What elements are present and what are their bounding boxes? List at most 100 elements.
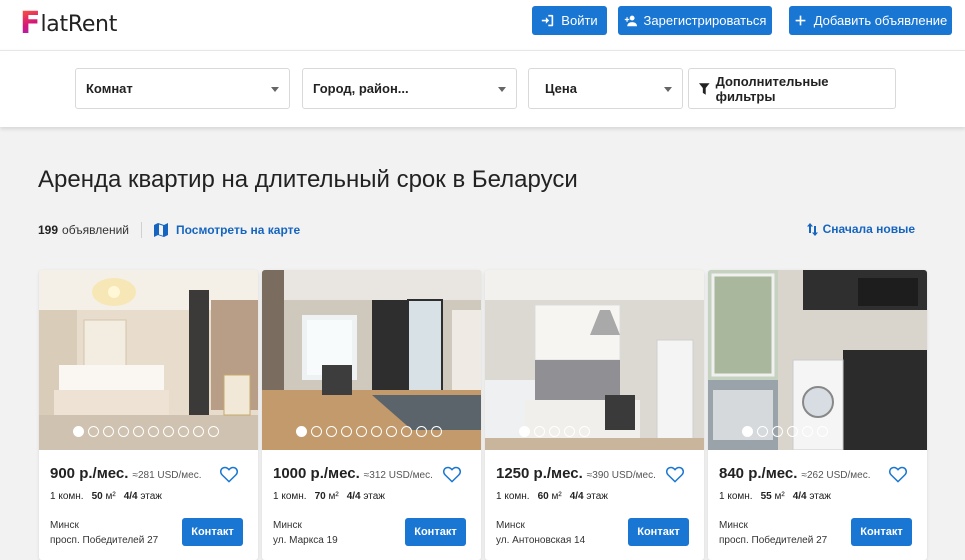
- photo-dots: [519, 426, 590, 437]
- listing-card[interactable]: 1250 р./мес. ≈390 USD/мес. 1 комн. 60 м²…: [485, 270, 704, 560]
- top-header: F latRent Войти Зарегистрироваться Добав…: [0, 0, 965, 50]
- city: Минск: [50, 520, 79, 531]
- floor-label: этаж: [809, 491, 831, 502]
- listing-photo[interactable]: [485, 270, 704, 450]
- favorite-heart-icon[interactable]: [443, 466, 461, 483]
- rooms: 1 комн.: [273, 491, 307, 502]
- filter-icon: [699, 82, 710, 95]
- listing-count-label: объявлений: [62, 223, 129, 237]
- logo[interactable]: F latRent: [20, 4, 117, 44]
- favorite-heart-icon[interactable]: [889, 466, 907, 483]
- carousel-dot[interactable]: [356, 426, 367, 437]
- address: ул. Антоновская 14: [496, 535, 586, 546]
- sort-icon: [806, 222, 818, 236]
- add-user-icon: [624, 15, 637, 27]
- sort-button[interactable]: Сначала новые: [806, 222, 915, 236]
- area: 60 м²: [538, 491, 562, 502]
- carousel-dot[interactable]: [401, 426, 412, 437]
- favorite-heart-icon[interactable]: [666, 466, 684, 483]
- carousel-dot[interactable]: [88, 426, 99, 437]
- carousel-dot[interactable]: [193, 426, 204, 437]
- floor: 4/4 этаж: [124, 491, 162, 502]
- address: просп. Победителей 27: [50, 535, 159, 546]
- register-button[interactable]: Зарегистрироваться: [618, 6, 772, 35]
- carousel-dot[interactable]: [103, 426, 114, 437]
- listing-photo[interactable]: [708, 270, 927, 450]
- area-value: 55: [760, 491, 772, 502]
- carousel-dot[interactable]: [371, 426, 382, 437]
- floor-value: 4/4: [346, 491, 361, 502]
- specs: 1 комн. 50 м² 4/4 этаж: [50, 491, 162, 502]
- caret-down-icon: [271, 87, 279, 92]
- area-unit: м²: [328, 491, 339, 502]
- photo-dots: [296, 426, 442, 437]
- carousel-dot[interactable]: [133, 426, 144, 437]
- listing-photo[interactable]: [262, 270, 481, 450]
- listing-card[interactable]: 840 р./мес. ≈262 USD/мес. 1 комн. 55 м² …: [708, 270, 927, 560]
- price-usd: ≈390 USD/мес.: [586, 470, 656, 481]
- listing-info: 199 объявлений Посмотреть на карте: [38, 222, 300, 238]
- carousel-dot[interactable]: [178, 426, 189, 437]
- area-unit: м²: [551, 491, 562, 502]
- listing-card[interactable]: 1000 р./мес. ≈312 USD/мес. 1 комн. 70 м²…: [262, 270, 481, 560]
- carousel-dot[interactable]: [73, 426, 84, 437]
- floor: 4/4 этаж: [347, 491, 385, 502]
- carousel-dot[interactable]: [416, 426, 427, 437]
- logo-letter: F: [20, 6, 41, 41]
- floor-value: 4/4: [123, 491, 138, 502]
- carousel-dot[interactable]: [296, 426, 307, 437]
- floor: 4/4 этаж: [570, 491, 608, 502]
- carousel-dot[interactable]: [326, 426, 337, 437]
- carousel-dot[interactable]: [519, 426, 530, 437]
- add-listing-button[interactable]: Добавить объявление: [789, 6, 952, 35]
- specs: 1 комн. 70 м² 4/4 этаж: [273, 491, 385, 502]
- carousel-dot[interactable]: [311, 426, 322, 437]
- listing-photo[interactable]: [39, 270, 258, 450]
- carousel-dot[interactable]: [817, 426, 828, 437]
- carousel-dot[interactable]: [118, 426, 129, 437]
- floor-label: этаж: [586, 491, 608, 502]
- contact-button[interactable]: Контакт: [182, 518, 243, 546]
- rooms-select[interactable]: Комнат: [75, 68, 290, 109]
- floor: 4/4 этаж: [793, 491, 831, 502]
- floor-label: этаж: [140, 491, 162, 502]
- specs: 1 комн. 55 м² 4/4 этаж: [719, 491, 831, 502]
- contact-button[interactable]: Контакт: [405, 518, 466, 546]
- location: Минск просп. Победителей 27: [719, 518, 827, 548]
- carousel-dot[interactable]: [757, 426, 768, 437]
- filter-bar: Комнат Город, район... Цена Дополнительн…: [0, 50, 965, 127]
- floor-value: 4/4: [569, 491, 584, 502]
- city-select[interactable]: Город, район...: [302, 68, 517, 109]
- carousel-dot[interactable]: [208, 426, 219, 437]
- carousel-dot[interactable]: [163, 426, 174, 437]
- view-on-map-link[interactable]: Посмотреть на карте: [154, 223, 300, 237]
- carousel-dot[interactable]: [341, 426, 352, 437]
- favorite-heart-icon[interactable]: [220, 466, 238, 483]
- carousel-dot[interactable]: [564, 426, 575, 437]
- area: 70 м²: [315, 491, 339, 502]
- more-filters-button[interactable]: Дополнительные фильтры: [688, 68, 896, 109]
- contact-button[interactable]: Контакт: [851, 518, 912, 546]
- carousel-dot[interactable]: [431, 426, 442, 437]
- carousel-dot[interactable]: [802, 426, 813, 437]
- contact-button[interactable]: Контакт: [628, 518, 689, 546]
- area-unit: м²: [774, 491, 785, 502]
- carousel-dot[interactable]: [579, 426, 590, 437]
- sort-label: Сначала новые: [822, 222, 915, 236]
- carousel-dot[interactable]: [742, 426, 753, 437]
- divider: [141, 222, 142, 238]
- caret-down-icon: [664, 87, 672, 92]
- carousel-dot[interactable]: [549, 426, 560, 437]
- carousel-dot[interactable]: [148, 426, 159, 437]
- floor-value: 4/4: [792, 491, 807, 502]
- price-select[interactable]: Цена: [528, 68, 683, 109]
- carousel-dot[interactable]: [386, 426, 397, 437]
- login-button[interactable]: Войти: [532, 6, 607, 35]
- carousel-dot[interactable]: [534, 426, 545, 437]
- price-usd: ≈281 USD/мес.: [132, 470, 202, 481]
- map-icon: [154, 223, 168, 237]
- view-on-map-label: Посмотреть на карте: [176, 223, 301, 237]
- carousel-dot[interactable]: [772, 426, 783, 437]
- listing-card[interactable]: 900 р./мес. ≈281 USD/мес. 1 комн. 50 м² …: [39, 270, 258, 560]
- carousel-dot[interactable]: [787, 426, 798, 437]
